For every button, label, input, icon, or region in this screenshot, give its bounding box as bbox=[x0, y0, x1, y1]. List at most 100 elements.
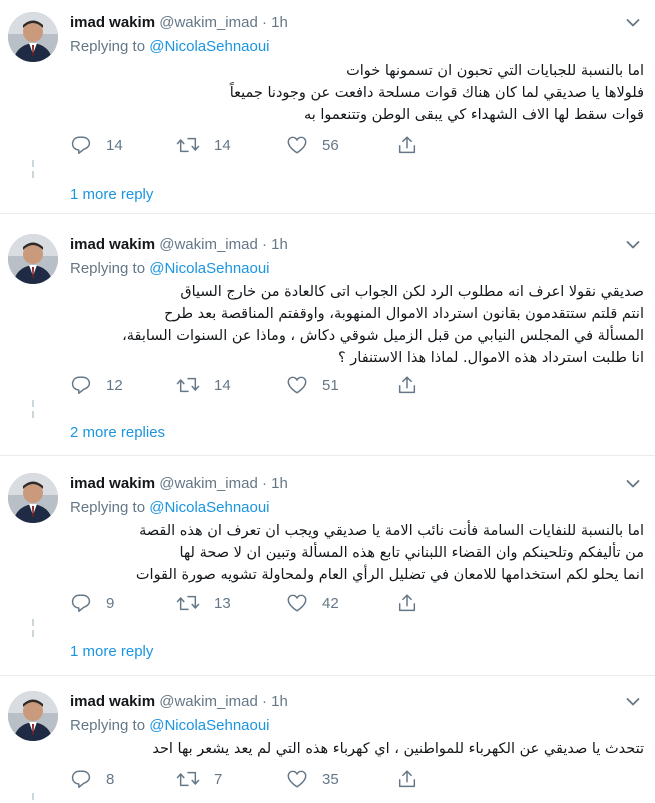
separator-dot: · bbox=[261, 236, 267, 253]
tweet-text-line: اما بالنسبة للجبايات التي تحبون ان تسمون… bbox=[346, 63, 644, 79]
mention-link[interactable]: @NicolaSehnaoui bbox=[149, 260, 269, 277]
chevron-down-icon bbox=[626, 19, 640, 27]
separator-dot: · bbox=[261, 475, 267, 492]
chevron-down-icon bbox=[626, 480, 640, 488]
reply-button[interactable]: 12 bbox=[70, 372, 123, 398]
tweet-text: تتحدث يا صديقي عن الكهرباء للمواطنين ، ا… bbox=[64, 738, 644, 760]
mention-link[interactable]: @NicolaSehnaoui bbox=[149, 717, 269, 734]
replying-to-label: Replying to bbox=[70, 260, 150, 277]
replying-to: Replying to @NicolaSehnaoui bbox=[70, 258, 270, 280]
reply-button[interactable]: 8 bbox=[70, 766, 114, 792]
reply-count: 12 bbox=[106, 376, 123, 394]
author-name[interactable]: imad wakim bbox=[70, 475, 155, 492]
share-icon bbox=[398, 594, 416, 612]
tweet-header: imad wakim @wakim_imad · 1h bbox=[70, 234, 288, 256]
retweet-button[interactable]: 13 bbox=[176, 590, 231, 616]
separator-dot: · bbox=[261, 693, 267, 710]
thread-connector bbox=[31, 619, 35, 641]
like-icon bbox=[287, 594, 307, 612]
tweet-text-line: انتم قلتم ستتقدمون بقانون استرداد الاموا… bbox=[164, 306, 644, 322]
more-options-button[interactable] bbox=[620, 691, 646, 713]
tweet-text-line: من تأليفكم وتلحينكم وان القضاء اللبناني … bbox=[179, 545, 644, 561]
tweet-text-line: المسألة في المجلس النيابي من قبل الزميل … bbox=[122, 328, 644, 344]
retweet-button[interactable]: 7 bbox=[176, 766, 222, 792]
like-count: 51 bbox=[322, 376, 339, 394]
thread-connector bbox=[31, 160, 35, 182]
timestamp[interactable]: 1h bbox=[271, 693, 288, 710]
avatar[interactable] bbox=[8, 473, 58, 523]
reply-count: 8 bbox=[106, 770, 115, 788]
retweet-count: 7 bbox=[214, 770, 223, 788]
tweet[interactable]: imad wakim @wakim_imad · 1h Replying to … bbox=[0, 230, 655, 452]
avatar[interactable] bbox=[8, 234, 58, 284]
tweet-separator bbox=[0, 455, 655, 456]
replying-to-label: Replying to bbox=[70, 717, 150, 734]
reply-icon bbox=[71, 770, 91, 788]
separator-dot: · bbox=[261, 14, 267, 31]
tweet-text: اما بالنسبة للنفايات السامة فأنت نائب ال… bbox=[64, 520, 644, 586]
retweet-icon bbox=[176, 595, 200, 611]
show-more-replies-link[interactable]: 2 more replies bbox=[70, 422, 165, 444]
more-options-button[interactable] bbox=[620, 234, 646, 256]
replying-to-label: Replying to bbox=[70, 38, 150, 55]
retweet-icon bbox=[176, 137, 200, 153]
timestamp[interactable]: 1h bbox=[271, 236, 288, 253]
tweet-header: imad wakim @wakim_imad · 1h bbox=[70, 473, 288, 495]
tweet-header: imad wakim @wakim_imad · 1h bbox=[70, 691, 288, 713]
tweet[interactable]: imad wakim @wakim_imad · 1h Replying to … bbox=[0, 687, 655, 803]
tweet-text: صديقي نقولا اعرف انه مطلوب الرد لكن الجو… bbox=[64, 281, 644, 369]
tweet[interactable]: imad wakim @wakim_imad · 1h Replying to … bbox=[0, 469, 655, 673]
avatar[interactable] bbox=[8, 12, 58, 62]
retweet-button[interactable]: 14 bbox=[176, 372, 231, 398]
author-name[interactable]: imad wakim bbox=[70, 14, 155, 31]
reply-button[interactable]: 9 bbox=[70, 590, 114, 616]
like-button[interactable]: 51 bbox=[286, 372, 339, 398]
chevron-down-icon bbox=[626, 241, 640, 249]
like-button[interactable]: 56 bbox=[286, 132, 339, 158]
like-button[interactable]: 35 bbox=[286, 766, 339, 792]
like-button[interactable]: 42 bbox=[286, 590, 339, 616]
show-more-replies-link[interactable]: 1 more reply bbox=[70, 641, 153, 663]
author-handle[interactable]: @wakim_imad bbox=[159, 236, 258, 253]
chevron-down-icon bbox=[626, 698, 640, 706]
reply-count: 9 bbox=[106, 594, 115, 612]
timestamp[interactable]: 1h bbox=[271, 14, 288, 31]
retweet-count: 14 bbox=[214, 376, 231, 394]
share-button[interactable] bbox=[396, 372, 432, 398]
tweet-text-line: انما يحلو لكم استخدامها للامعان في تضليل… bbox=[135, 567, 644, 583]
author-handle[interactable]: @wakim_imad bbox=[159, 693, 258, 710]
tweet-separator bbox=[0, 675, 655, 676]
reply-button[interactable]: 14 bbox=[70, 132, 123, 158]
tweet[interactable]: imad wakim @wakim_imad · 1h Replying to … bbox=[0, 8, 655, 212]
tweet-text-line: فلولاها يا صديقي لما كان هناك قوات مسلحة… bbox=[229, 85, 644, 101]
like-count: 35 bbox=[322, 770, 339, 788]
tweet-text-line: اما بالنسبة للنفايات السامة فأنت نائب ال… bbox=[139, 523, 644, 539]
reply-icon bbox=[71, 594, 91, 612]
retweet-count: 14 bbox=[214, 136, 231, 154]
share-button[interactable] bbox=[396, 132, 432, 158]
retweet-count: 13 bbox=[214, 594, 231, 612]
retweet-button[interactable]: 14 bbox=[176, 132, 231, 158]
like-icon bbox=[287, 376, 307, 394]
author-name[interactable]: imad wakim bbox=[70, 236, 155, 253]
tweet-text-line: قوات سقط لها الاف الشهداء كي يبقى الوطن … bbox=[303, 107, 644, 123]
more-options-button[interactable] bbox=[620, 473, 646, 495]
reply-count: 14 bbox=[106, 136, 123, 154]
tweet-text: اما بالنسبة للجبايات التي تحبون ان تسمون… bbox=[64, 60, 644, 126]
tweet-text-line: تتحدث يا صديقي عن الكهرباء للمواطنين ، ا… bbox=[152, 741, 644, 757]
timestamp[interactable]: 1h bbox=[271, 475, 288, 492]
share-button[interactable] bbox=[396, 590, 432, 616]
mention-link[interactable]: @NicolaSehnaoui bbox=[149, 499, 269, 516]
show-more-replies-link[interactable]: 1 more reply bbox=[70, 184, 153, 206]
avatar[interactable] bbox=[8, 691, 58, 741]
like-count: 42 bbox=[322, 594, 339, 612]
author-handle[interactable]: @wakim_imad bbox=[159, 475, 258, 492]
more-options-button[interactable] bbox=[620, 12, 646, 34]
mention-link[interactable]: @NicolaSehnaoui bbox=[149, 38, 269, 55]
reply-icon bbox=[71, 136, 91, 154]
share-icon bbox=[398, 376, 416, 394]
author-name[interactable]: imad wakim bbox=[70, 693, 155, 710]
author-handle[interactable]: @wakim_imad bbox=[159, 14, 258, 31]
like-icon bbox=[287, 136, 307, 154]
share-button[interactable] bbox=[396, 766, 432, 792]
